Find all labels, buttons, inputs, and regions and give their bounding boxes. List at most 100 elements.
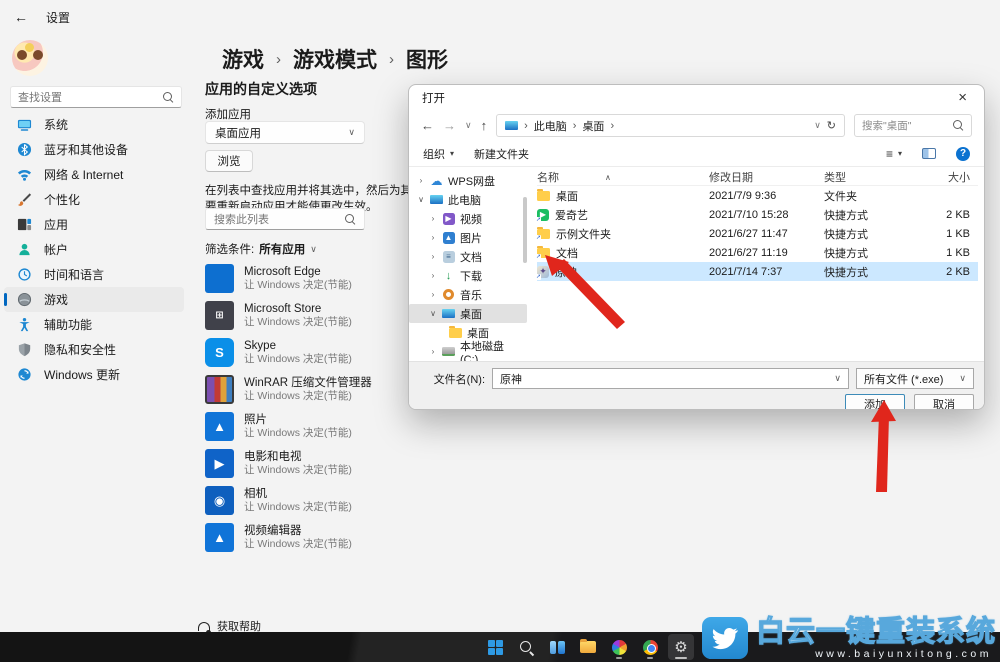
app-row-photos[interactable]: ▲ 照片让 Windows 决定(节能) — [205, 408, 405, 445]
tree-item-wps-cloud[interactable]: › ☁ WPS网盘 — [409, 171, 527, 190]
tree-item-local-disk-c[interactable]: › 本地磁盘 (C:) — [409, 342, 527, 361]
app-row-edge[interactable]: Microsoft Edge让 Windows 决定(节能) — [205, 260, 405, 297]
expand-icon[interactable]: › — [429, 347, 437, 356]
breadcrumb-gaming[interactable]: 游戏 — [222, 44, 264, 74]
browse-button[interactable]: 浏览 — [205, 150, 253, 172]
file-name: 桌面 — [556, 188, 578, 204]
help-icon[interactable]: ? — [956, 147, 970, 161]
column-name[interactable]: 名称 ∧ — [537, 169, 709, 185]
file-row-desktop[interactable]: 桌面 2021/7/9 9:36 文件夹 — [537, 186, 978, 205]
taskbar-search-button[interactable] — [513, 634, 539, 660]
address-dropdown-icon[interactable]: ∨ — [814, 120, 821, 131]
settings-taskbar-button[interactable]: ⚙ — [668, 634, 694, 660]
back-button[interactable]: ← — [14, 9, 28, 25]
organize-menu[interactable]: 组织 ▾ — [423, 146, 454, 162]
tree-item-desktop[interactable]: ∨ 桌面 — [409, 304, 527, 323]
new-folder-button[interactable]: 新建文件夹 — [474, 146, 529, 162]
sidebar-item-network[interactable]: 网络 & Internet — [4, 162, 184, 187]
tree-item-downloads[interactable]: › ↓ 下载 — [409, 266, 527, 285]
app-row-skype[interactable]: S Skype让 Windows 决定(节能) — [205, 334, 405, 371]
task-view-button[interactable] — [544, 634, 570, 660]
app-row-winrar[interactable]: WinRAR 压缩文件管理器让 Windows 决定(节能) — [205, 371, 405, 408]
nav-back-icon[interactable]: ← — [421, 118, 434, 133]
nav-up-icon[interactable]: ↑ — [481, 118, 488, 133]
column-size[interactable]: 大小 — [916, 169, 978, 185]
app-list: Microsoft Edge让 Windows 决定(节能) ⊞ Microso… — [205, 260, 405, 556]
chevron-down-icon[interactable]: ∨ — [834, 373, 841, 384]
file-row-iqiyi[interactable]: ▶爱奇艺 2021/7/10 15:28 快捷方式 2 KB — [537, 205, 978, 224]
collapse-icon[interactable]: ∨ — [417, 195, 425, 204]
file-explorer-button[interactable] — [575, 634, 601, 660]
dialog-search-input[interactable]: 搜索"桌面" — [854, 114, 972, 137]
address-this-pc[interactable]: 此电脑 — [534, 118, 567, 134]
nav-forward-icon[interactable]: → — [443, 118, 456, 133]
sidebar-item-system[interactable]: 系统 — [4, 112, 184, 137]
sidebar-item-gaming[interactable]: 游戏 — [4, 287, 184, 312]
expand-icon[interactable]: › — [429, 233, 437, 242]
filter-row[interactable]: 筛选条件: 所有应用 ∨ — [205, 241, 317, 257]
expand-icon[interactable]: › — [429, 214, 437, 223]
tree-item-this-pc[interactable]: ∨ 此电脑 — [409, 190, 527, 209]
sidebar-item-bluetooth[interactable]: 蓝牙和其他设备 — [4, 137, 184, 162]
view-mode-button[interactable]: ≡ ▾ — [886, 147, 902, 161]
watermark: 白云一键重装系统 www.baiyunxitong.com — [702, 617, 996, 660]
app-name: 相机 — [244, 487, 352, 501]
tree-scrollbar[interactable] — [523, 197, 527, 263]
cancel-button[interactable]: 取消 — [914, 394, 974, 410]
app-row-video-editor[interactable]: ▲ 视频编辑器让 Windows 决定(节能) — [205, 519, 405, 556]
file-size: 1 KB — [916, 247, 978, 259]
file-row-genshin[interactable]: ✦原神 2021/7/14 7:37 快捷方式 2 KB — [537, 262, 978, 281]
search-icon — [519, 640, 533, 654]
media-app-button[interactable] — [606, 634, 632, 660]
file-row-documents[interactable]: 文档 2021/6/27 11:19 快捷方式 1 KB — [537, 243, 978, 262]
sidebar-item-apps[interactable]: 应用 — [4, 212, 184, 237]
address-bar[interactable]: › 此电脑 › 桌面 › ∨ ↻ — [496, 114, 845, 137]
windows-icon — [488, 640, 503, 655]
file-row-sample-folder[interactable]: 示例文件夹 2021/6/27 11:47 快捷方式 1 KB — [537, 224, 978, 243]
add-button[interactable]: 添加 — [845, 394, 905, 410]
tree-item-pictures[interactable]: › ▲ 图片 — [409, 228, 527, 247]
column-date[interactable]: 修改日期 — [709, 169, 824, 185]
close-icon[interactable]: × — [954, 89, 971, 106]
breadcrumb: 游戏 › 游戏模式 › 图形 — [222, 44, 448, 74]
start-button[interactable] — [482, 634, 508, 660]
app-type-dropdown[interactable]: 桌面应用 ∨ — [205, 121, 365, 144]
expand-icon[interactable]: › — [417, 176, 425, 185]
settings-search-input[interactable]: 查找设置 — [10, 86, 182, 108]
sidebar-item-privacy[interactable]: 隐私和安全性 — [4, 337, 184, 362]
tree-item-music[interactable]: › 音乐 — [409, 285, 527, 304]
file-date: 2021/7/14 7:37 — [709, 266, 824, 278]
preview-pane-icon[interactable] — [922, 148, 936, 159]
column-type[interactable]: 类型 — [824, 169, 916, 185]
video-editor-icon: ▲ — [205, 523, 234, 552]
sidebar-item-time-language[interactable]: 时间和语言 — [4, 262, 184, 287]
sidebar-item-windows-update[interactable]: Windows 更新 — [4, 362, 184, 387]
user-avatar[interactable] — [12, 40, 48, 76]
nav-history-icon[interactable]: ∨ — [465, 120, 472, 131]
sidebar-item-accounts[interactable]: 帐户 — [4, 237, 184, 262]
expand-icon[interactable]: › — [429, 252, 437, 261]
chrome-button[interactable] — [637, 634, 663, 660]
filetype-dropdown[interactable]: 所有文件 (*.exe) ∨ — [856, 368, 974, 389]
sidebar-item-accessibility[interactable]: 辅助功能 — [4, 312, 184, 337]
tree-item-videos[interactable]: › ▶ 视频 — [409, 209, 527, 228]
chevron-down-icon: ∨ — [348, 127, 355, 138]
tree-item-documents[interactable]: › ≡ 文档 — [409, 247, 527, 266]
app-row-store[interactable]: ⊞ Microsoft Store让 Windows 决定(节能) — [205, 297, 405, 334]
filename-input[interactable]: 原神 ∨ — [492, 368, 849, 389]
list-search-input[interactable]: 搜索此列表 — [205, 208, 365, 230]
breadcrumb-graphics: 图形 — [406, 44, 448, 74]
app-row-camera[interactable]: ◉ 相机让 Windows 决定(节能) — [205, 482, 405, 519]
expand-icon[interactable]: › — [429, 290, 437, 299]
file-name: 示例文件夹 — [556, 226, 611, 242]
collapse-icon[interactable]: ∨ — [429, 309, 437, 318]
folder-icon — [537, 191, 550, 201]
dialog-titlebar[interactable]: 打开 × — [409, 85, 984, 110]
app-row-movies[interactable]: ▶ 电影和电视让 Windows 决定(节能) — [205, 445, 405, 482]
refresh-icon[interactable]: ↻ — [827, 119, 836, 132]
expand-icon[interactable]: › — [429, 271, 437, 280]
address-desktop[interactable]: 桌面 — [582, 118, 604, 134]
breadcrumb-game-mode[interactable]: 游戏模式 — [293, 44, 377, 74]
sidebar-item-personalization[interactable]: 个性化 — [4, 187, 184, 212]
videos-icon: ▶ — [442, 212, 455, 225]
